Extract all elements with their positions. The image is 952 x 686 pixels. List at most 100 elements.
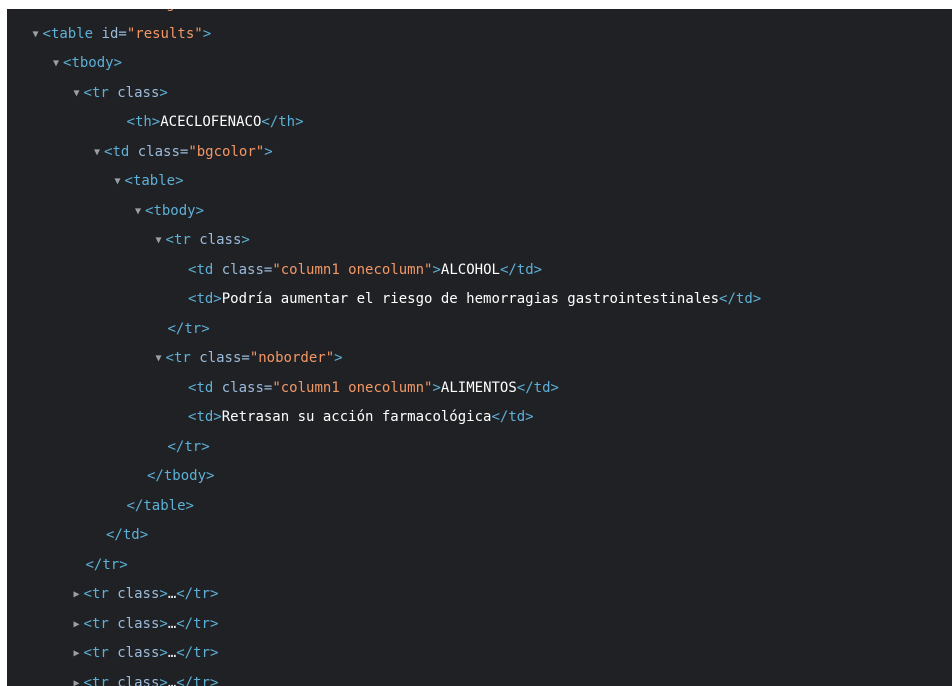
tag-open-bracket: < — [83, 615, 92, 632]
closing-tag-open-bracket: </ — [516, 379, 534, 396]
expand-toggle-icon[interactable]: ▼ — [53, 49, 63, 78]
expand-toggle-icon[interactable]: ▼ — [156, 226, 166, 255]
dom-node-line[interactable]: <td class="column1 onecolumn">ALIMENTOS<… — [7, 374, 952, 403]
tag-open-bracket: < — [83, 645, 92, 661]
dom-node-line[interactable]: ▼ <tr class="noborder"> — [7, 344, 952, 373]
expand-toggle-icon[interactable]: ▶ — [74, 580, 84, 609]
attribute-name: class — [108, 586, 160, 602]
attribute-name: class — [129, 143, 180, 160]
dom-node-line[interactable]: ▼ <tbody> — [7, 49, 952, 78]
expand-toggle-icon[interactable]: ▶ — [74, 639, 84, 668]
tag-name: tr — [91, 586, 109, 602]
attribute-name: class — [108, 674, 160, 686]
dom-node-line[interactable]: ▼ <tbody> — [7, 197, 952, 226]
tag-open-bracket: < — [83, 674, 92, 686]
closing-tag-name: tr — [102, 556, 120, 573]
closing-tag-name: td — [508, 409, 526, 425]
dom-node-line[interactable]: ▶ <tr class>…</tr> — [7, 669, 952, 686]
expand-toggle-icon[interactable]: ▼ — [115, 167, 125, 196]
tag-name: td — [196, 409, 214, 425]
closing-tag-name: td — [533, 379, 551, 396]
tag-open-bracket: < — [165, 232, 174, 248]
attribute-equals: = — [241, 350, 250, 366]
tag-name: tbody — [71, 55, 114, 71]
closing-tag-open-bracket: </ — [176, 674, 194, 686]
attribute-name: class — [108, 645, 160, 661]
attribute-value: column1 onecolumn — [280, 261, 425, 278]
dom-node-line[interactable]: ▶ <tr class>…</tr> — [7, 639, 952, 668]
text-node: ALCOHOL — [440, 261, 500, 278]
closing-tag-name: td — [122, 527, 140, 543]
expand-toggle-icon[interactable]: ▶ — [74, 610, 84, 639]
dom-node-line[interactable]: <td class="bgcolor" id="order-fix"> — [7, 9, 952, 19]
tag-close-bracket: > — [113, 55, 123, 71]
tag-name: th — [134, 114, 152, 130]
closing-tag-open-bracket: </ — [147, 468, 164, 484]
collapsed-ellipsis[interactable]: … — [168, 675, 176, 686]
closing-tag-name: tr — [193, 674, 210, 686]
dom-node-line[interactable]: ▶ <tr class>…</tr> — [7, 580, 952, 609]
tag-close-bracket: > — [432, 261, 441, 278]
attribute-quote-open: " — [249, 350, 259, 366]
collapsed-ellipsis[interactable]: … — [168, 645, 176, 661]
dom-node-line[interactable]: <td>Podría aumentar el riesgo de hemorra… — [7, 285, 952, 314]
expand-toggle-icon[interactable]: ▼ — [33, 20, 43, 49]
dom-node-line[interactable]: <td>Retrasan su acción farmacológica</td… — [7, 403, 952, 432]
attribute-value: column1 onecolumn — [280, 379, 425, 396]
attribute-value: bgcolor — [158, 9, 217, 12]
closing-tag-open-bracket: </ — [261, 114, 279, 130]
closing-tag-name: td — [516, 261, 534, 278]
expand-toggle-icon[interactable]: ▼ — [135, 197, 145, 226]
dom-node-line[interactable]: </tr> — [7, 551, 952, 580]
expand-toggle-icon[interactable]: ▼ — [94, 138, 104, 167]
text-node: Retrasan su acción farmacológica — [221, 409, 492, 425]
collapsed-ellipsis[interactable]: … — [168, 616, 176, 632]
dom-node-line[interactable]: </tr> — [7, 433, 952, 462]
attribute-equals: = — [118, 25, 127, 42]
dom-node-line[interactable]: ▼ <tr class> — [7, 226, 952, 255]
closing-tag-open-bracket: </ — [167, 438, 185, 455]
tag-close-bracket: > — [151, 114, 161, 130]
devtools-elements-panel: <td class="bgcolor" id="order-fix">▼<tab… — [7, 9, 952, 686]
tag-name: table — [132, 173, 176, 189]
expand-toggle-icon[interactable]: ▼ — [156, 344, 166, 373]
tag-close-bracket: > — [159, 84, 168, 101]
closing-tag-close-bracket: > — [185, 497, 194, 514]
closing-tag-close-bracket: > — [209, 674, 219, 686]
tag-name: td — [196, 379, 214, 396]
dom-node-line[interactable]: ▶ <tr class>…</tr> — [7, 610, 952, 639]
attribute-name: class — [108, 615, 160, 632]
attribute-quote-open: " — [149, 9, 157, 12]
tag-close-bracket: > — [175, 173, 184, 189]
collapsed-ellipsis[interactable]: … — [168, 586, 176, 602]
text-node: ACECLOFENACO — [160, 114, 262, 130]
dom-node-line[interactable]: ▼ <tr class> — [7, 79, 952, 108]
dom-node-line[interactable]: <th>ACECLOFENACO</th> — [7, 108, 952, 137]
dom-node-line[interactable]: <td class="column1 onecolumn">ALCOHOL</t… — [7, 256, 952, 285]
dom-node-line[interactable]: </table> — [7, 492, 952, 521]
dom-node-line[interactable]: </tr> — [7, 315, 952, 344]
tag-close-bracket: > — [264, 143, 273, 160]
tag-name: tr — [91, 674, 109, 686]
dom-node-line[interactable]: </tbody> — [7, 462, 952, 491]
dom-node-line[interactable]: </td> — [7, 521, 952, 550]
dom-node-line[interactable]: ▼ <table id="results"> — [7, 20, 952, 49]
closing-tag-open-bracket: </ — [126, 497, 144, 514]
attribute-quote-close: " — [194, 25, 203, 42]
tag-close-bracket: > — [159, 615, 168, 632]
closing-tag-open-bracket: </ — [167, 320, 185, 337]
expand-toggle-icon[interactable]: ▼ — [74, 79, 84, 108]
dom-node-line[interactable]: ▼ <td class="bgcolor"> — [7, 138, 952, 167]
attribute-value: noborder — [258, 350, 326, 366]
tag-open-bracket: < — [42, 25, 51, 42]
closing-tag-close-bracket: > — [525, 409, 534, 425]
text-node: Podría aumentar el riesgo de hemorragias… — [221, 291, 720, 307]
tag-name: tr — [91, 645, 109, 661]
attribute-value-partial: id="order-fix"> — [225, 9, 360, 12]
tag-open-bracket: < — [124, 173, 133, 189]
tag-open-bracket: < — [83, 586, 92, 602]
attribute-name: class — [90, 9, 141, 12]
dom-node-line[interactable]: ▼ <table> — [7, 167, 952, 196]
closing-tag-name: td — [735, 291, 753, 307]
expand-toggle-icon[interactable]: ▶ — [74, 669, 84, 686]
